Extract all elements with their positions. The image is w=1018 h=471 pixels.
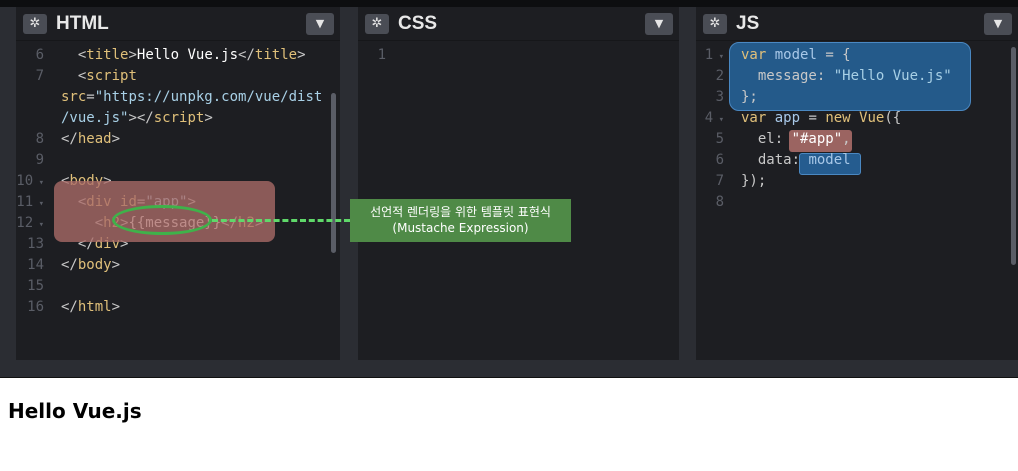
mustache-circle-highlight [112,205,212,235]
line-number: 6 [35,47,44,63]
chevron-down-icon[interactable]: ▼ [645,13,673,35]
code-text: var model = { [741,47,851,63]
fold-arrow-icon[interactable]: ▾ [33,178,44,188]
gear-icon[interactable]: ✲ [365,14,389,34]
code-line[interactable]: 8 </head> [16,129,340,150]
code-line[interactable]: src="https://unpkg.com/vue/dist [16,87,340,108]
code-line[interactable]: /vue.js"></script> [16,108,340,129]
code-text: el: "#app", [741,131,851,147]
line-number: 6 [715,152,724,168]
chevron-down-icon[interactable]: ▼ [984,13,1012,35]
annotation-callout: 선언적 렌더링을 위한 템플릿 표현식 (Mustache Expression… [350,199,571,242]
line-number: 10 ▾ [16,173,44,189]
line-number: 7 [715,173,724,189]
result-heading: Hello Vue.js [8,399,142,423]
code-line[interactable]: 14 </body> [16,255,340,276]
css-pane-title: CSS [398,13,438,34]
line-number: 3 [715,89,724,105]
preview-resize-bar[interactable] [0,360,1018,378]
line-number: 14 [27,257,44,273]
code-text: </body> [61,257,121,273]
code-line[interactable]: 3}; [696,87,1018,108]
code-line[interactable]: 1 ▾ var model = { [696,45,1018,66]
css-editor-pane: ✲ CSS ▼ 1 [358,7,679,360]
css-js-resize-handle[interactable] [679,7,696,360]
line-number: 8 [715,194,724,210]
line-number: 4 ▾ [704,110,724,126]
html-pane-header: ✲ HTML ▼ [16,7,340,41]
line-number: 16 [27,299,44,315]
line-number: 15 [27,278,44,294]
fold-arrow-icon[interactable]: ▾ [713,52,724,62]
line-number: 2 [715,68,724,84]
js-pane-header: ✲ JS ▼ [696,7,1018,41]
chevron-down-icon[interactable]: ▼ [306,13,334,35]
gear-icon[interactable]: ✲ [703,14,727,34]
code-text: src="https://unpkg.com/vue/dist [61,89,323,105]
code-line[interactable]: 9 [16,150,340,171]
editor-area: ✲ HTML ▼ 6 <title>Hello Vue.js</title> 7 … [0,0,1018,378]
code-line[interactable]: 16 </html> [16,297,340,318]
line-number: 5 [715,131,724,147]
code-text: data: model [741,152,851,168]
code-line[interactable]: 2 message: "Hello Vue.js" [696,66,1018,87]
html-css-resize-handle[interactable] [340,7,358,360]
js-pane-title: JS [736,13,760,34]
annotation-line-1: 선언적 렌더링을 위한 템플릿 표현식 [370,205,551,219]
code-text: /vue.js"></script> [61,110,213,126]
code-text: </html> [61,299,121,315]
code-text: var app = new Vue({ [741,110,902,126]
code-line[interactable]: 5 el: "#app", [696,129,1018,150]
code-line[interactable]: 15 [16,276,340,297]
code-line[interactable]: 6 data: model [696,150,1018,171]
code-line[interactable]: 7}); [696,171,1018,192]
html-pane-title: HTML [56,13,109,34]
line-number: 7 [35,68,44,84]
fold-arrow-icon[interactable]: ▾ [33,220,44,230]
fold-arrow-icon[interactable]: ▾ [33,199,44,209]
code-text: </head> [61,131,121,147]
line-number: 11 ▾ [16,194,44,210]
line-number: 1 ▾ [704,47,724,63]
line-number: 12 ▾ [16,215,44,231]
css-pane-header: ✲ CSS ▼ [358,7,679,41]
top-border [0,0,1018,7]
gear-icon[interactable]: ✲ [23,14,47,34]
code-line[interactable]: 7 <script [16,66,340,87]
line-number: 9 [35,152,44,168]
line-number: 13 [27,236,44,252]
code-text: }; [741,89,758,105]
code-text: <title>Hello Vue.js</title> [61,47,306,63]
js-editor-pane: ✲ JS ▼ 1 ▾ var model = { 2 message: "Hello… [696,7,1018,360]
left-resize-handle[interactable] [0,7,16,360]
code-text: <script [61,68,137,84]
code-line[interactable]: 4 ▾ var app = new Vue({ [696,108,1018,129]
code-line[interactable]: 6 <title>Hello Vue.js</title> [16,45,340,66]
line-number: 8 [35,131,44,147]
code-line[interactable]: 1 [358,45,679,66]
code-line[interactable]: 8 [696,192,1018,213]
fold-arrow-icon[interactable]: ▾ [713,115,724,125]
annotation-line-2: (Mustache Expression) [392,221,529,235]
annotation-connector-line [212,219,350,222]
html-scrollbar[interactable] [331,93,336,253]
js-scrollbar[interactable] [1011,47,1016,265]
line-number: 1 [377,47,386,63]
code-text: }); [741,173,767,189]
code-text: message: "Hello Vue.js" [741,68,952,84]
